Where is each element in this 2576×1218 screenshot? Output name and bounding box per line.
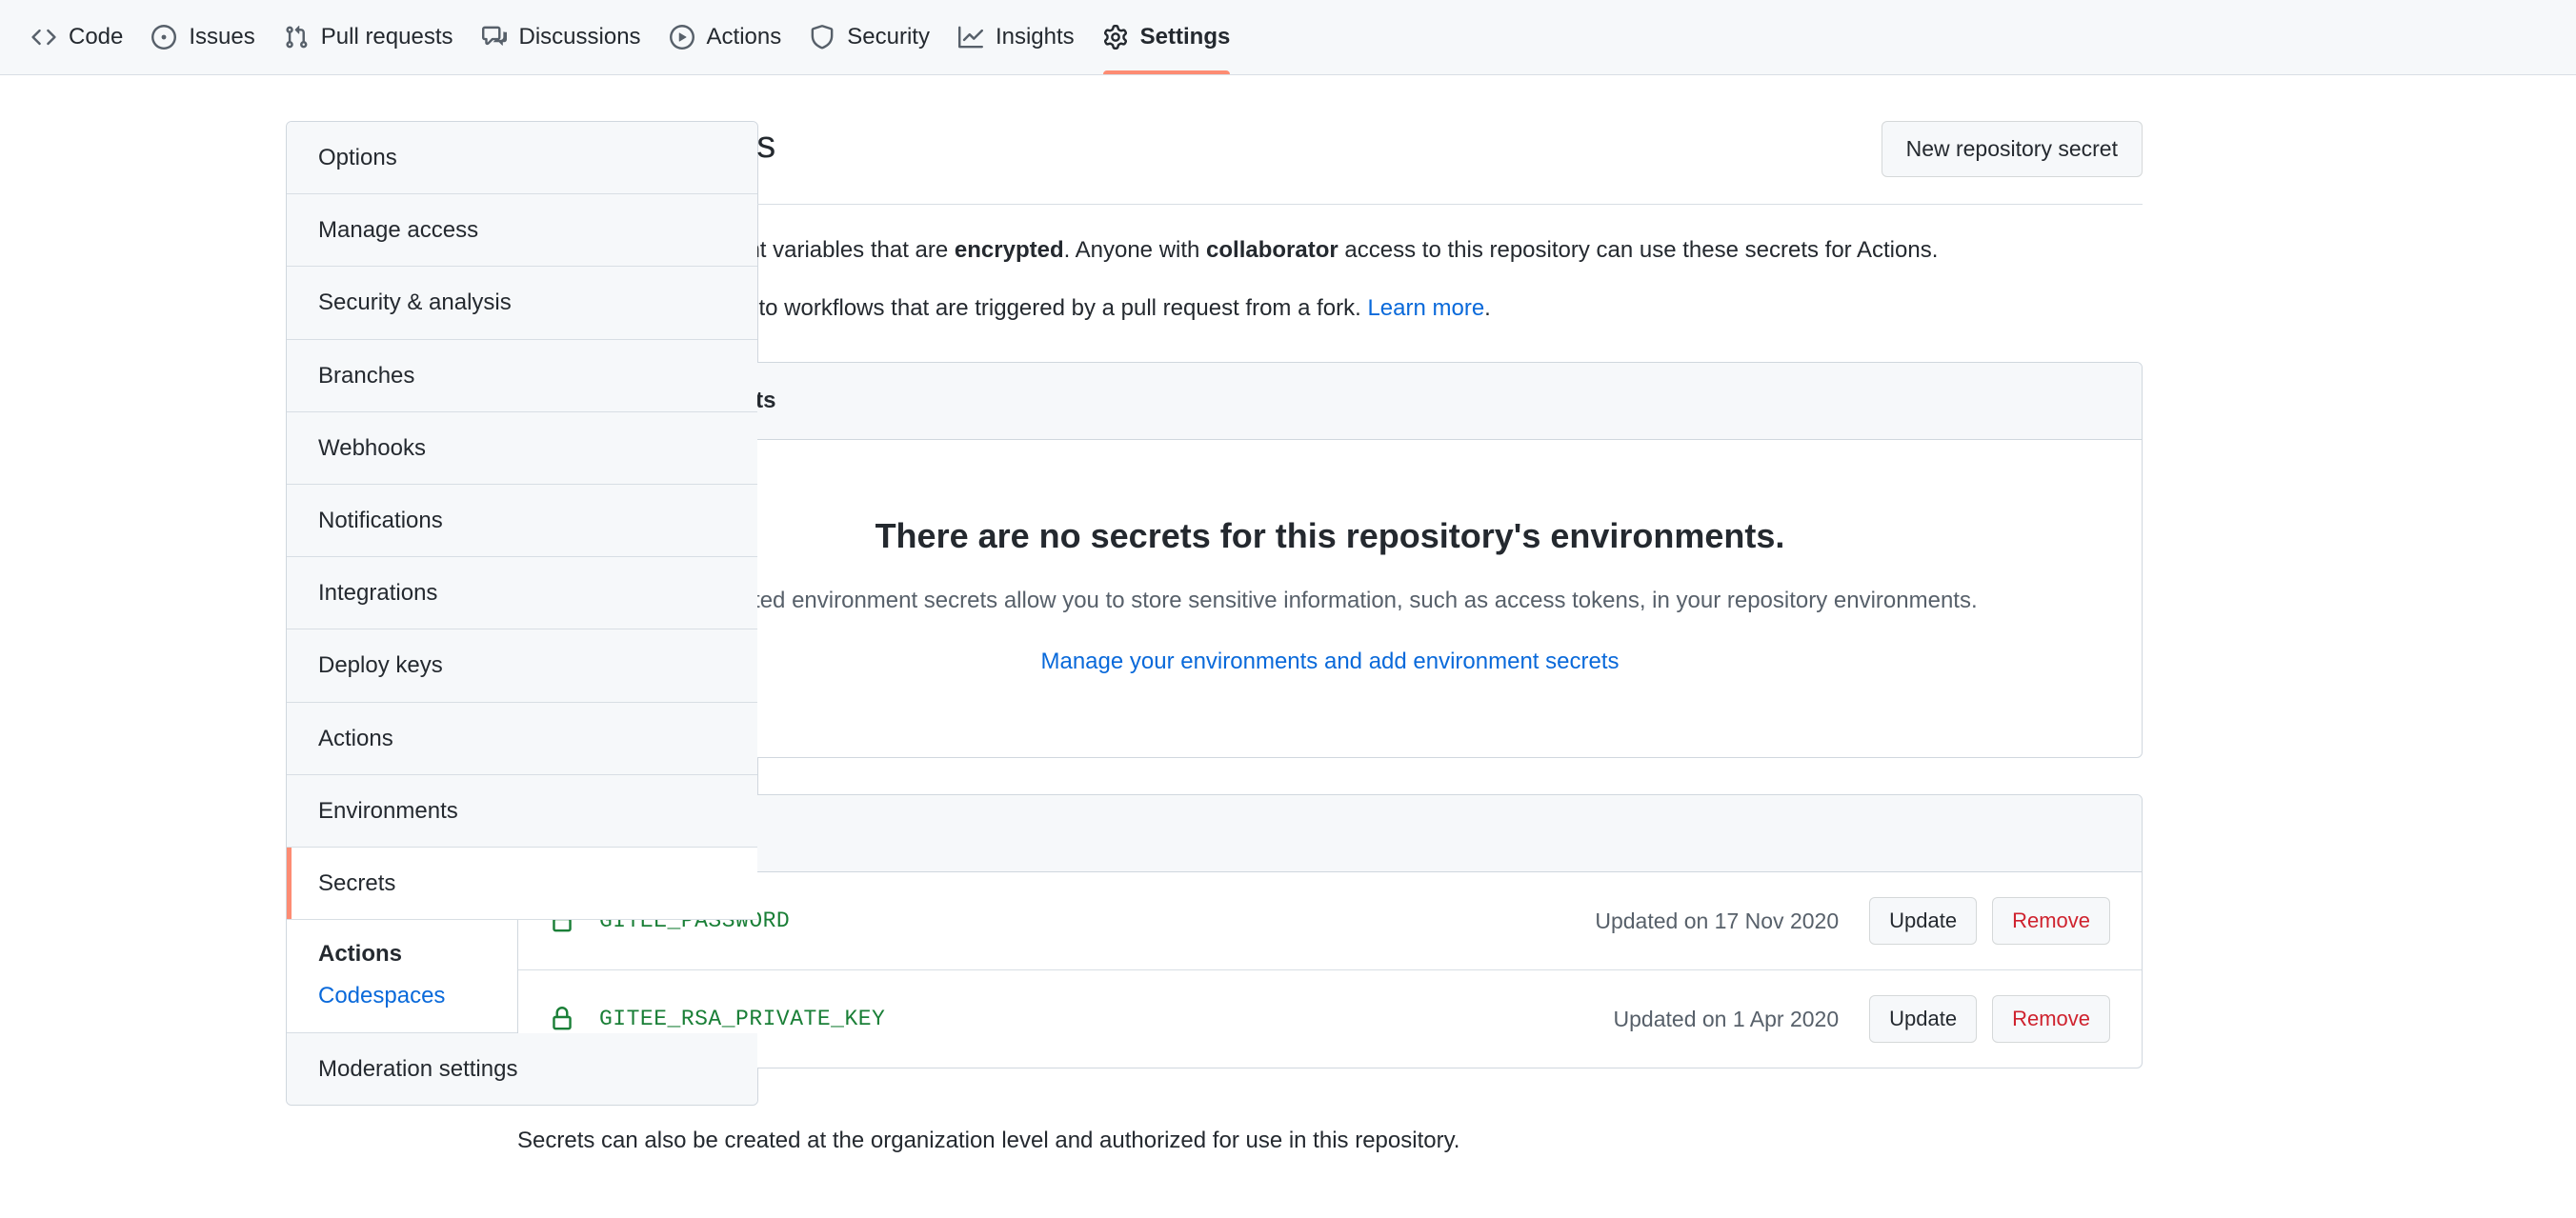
settings-main: Actions secrets New repository secret Se… xyxy=(473,121,2576,1181)
tab-settings[interactable]: Settings xyxy=(1089,0,1245,74)
update-secret-button[interactable]: Update xyxy=(1869,897,1977,945)
intro-text: Secrets are environment variables that a… xyxy=(517,205,2143,326)
tab-insights[interactable]: Insights xyxy=(944,0,1089,74)
lock-icon xyxy=(550,1007,574,1031)
tab-discussions-label: Discussions xyxy=(519,26,641,49)
environment-secrets-blankslate: There are no secrets for this repository… xyxy=(518,440,2142,757)
manage-environments-link[interactable]: Manage your environments and add environ… xyxy=(1040,649,1619,674)
sidebar-item-security-analysis[interactable]: Security & analysis xyxy=(287,267,757,339)
secret-row-actions: Update Remove xyxy=(1869,995,2110,1043)
secret-updated-timestamp: Updated on 1 Apr 2020 xyxy=(1614,1007,1840,1032)
intro-l2-part2: . xyxy=(1484,295,1491,321)
intro-l1-part2: . Anyone with xyxy=(1064,237,1206,263)
secret-name: GITEE_RSA_PRIVATE_KEY xyxy=(599,1007,1614,1031)
content-header: Actions secrets New repository secret xyxy=(517,121,2143,205)
sidebar-item-integrations[interactable]: Integrations xyxy=(287,557,757,629)
tab-security-label: Security xyxy=(847,26,930,49)
environment-secrets-empty-desc: Encrypted environment secrets allow you … xyxy=(547,584,2113,618)
secret-row-actions: Update Remove xyxy=(1869,897,2110,945)
tab-security[interactable]: Security xyxy=(795,0,944,74)
tab-discussions[interactable]: Discussions xyxy=(468,0,655,74)
settings-sidebar: Options Manage access Security & analysi… xyxy=(0,121,473,1181)
git-pull-request-icon xyxy=(284,25,309,50)
intro-l1-part3: access to this repository can use these … xyxy=(1338,237,1939,263)
sidebar-item-moderation-settings[interactable]: Moderation settings xyxy=(287,1033,757,1105)
intro-line-2: Secrets are not passed to workflows that… xyxy=(517,291,2143,326)
tab-code[interactable]: Code xyxy=(17,0,137,74)
intro-line-1: Secrets are environment variables that a… xyxy=(517,233,2143,268)
environment-secrets-box: Environment secrets There are no secrets… xyxy=(517,362,2143,758)
environment-secrets-empty-title: There are no secrets for this repository… xyxy=(547,514,2113,557)
organization-secrets-footnote: Secrets can also be created at the organ… xyxy=(517,1124,2143,1158)
remove-secret-button[interactable]: Remove xyxy=(1992,995,2110,1043)
tab-issues[interactable]: Issues xyxy=(137,0,269,74)
sidebar-item-manage-access[interactable]: Manage access xyxy=(287,194,757,267)
tab-code-label: Code xyxy=(69,26,123,49)
issue-opened-icon xyxy=(151,25,176,50)
intro-l1-bold-encrypted: encrypted xyxy=(955,237,1064,263)
tab-pull-requests-label: Pull requests xyxy=(321,26,453,49)
sidebar-item-notifications[interactable]: Notifications xyxy=(287,485,757,557)
repository-secrets-header: Repository secrets xyxy=(518,795,2142,872)
sidebar-item-branches[interactable]: Branches xyxy=(287,340,757,412)
comment-discussion-icon xyxy=(482,25,507,50)
intro-l1-bold-collaborator: collaborator xyxy=(1206,237,1338,263)
environment-secrets-header: Environment secrets xyxy=(518,363,2142,440)
table-row: GITEE_RSA_PRIVATE_KEY Updated on 1 Apr 2… xyxy=(518,970,2142,1068)
sidebar-item-options[interactable]: Options xyxy=(287,122,757,194)
sidebar-item-secrets[interactable]: Secrets xyxy=(287,848,757,920)
tab-pull-requests[interactable]: Pull requests xyxy=(270,0,468,74)
remove-secret-button[interactable]: Remove xyxy=(1992,897,2110,945)
update-secret-button[interactable]: Update xyxy=(1869,995,1977,1043)
learn-more-link[interactable]: Learn more xyxy=(1367,295,1484,321)
shield-icon xyxy=(810,25,835,50)
table-row: GITEE_PASSWORD Updated on 17 Nov 2020 Up… xyxy=(518,872,2142,970)
tab-insights-label: Insights xyxy=(996,26,1075,49)
new-repository-secret-button[interactable]: New repository secret xyxy=(1882,121,2143,177)
repository-nav: Code Issues Pull requests Discussions Ac… xyxy=(0,0,2576,75)
sidebar-item-actions[interactable]: Actions xyxy=(287,703,757,775)
sidebar-item-webhooks[interactable]: Webhooks xyxy=(287,412,757,485)
repository-secrets-box: Repository secrets GITEE_PASSWORD Update… xyxy=(517,794,2143,1068)
secret-updated-timestamp: Updated on 17 Nov 2020 xyxy=(1595,909,1839,934)
sidebar-item-deploy-keys[interactable]: Deploy keys xyxy=(287,629,757,702)
play-icon xyxy=(670,25,694,50)
gear-icon xyxy=(1103,25,1128,50)
graph-icon xyxy=(958,25,983,50)
tab-issues-label: Issues xyxy=(189,26,254,49)
code-icon xyxy=(31,25,56,50)
tab-actions-label: Actions xyxy=(707,26,782,49)
sidebar-item-environments[interactable]: Environments xyxy=(287,775,757,848)
tab-settings-label: Settings xyxy=(1140,26,1231,49)
page-body: Options Manage access Security & analysi… xyxy=(0,75,2576,1181)
tab-actions[interactable]: Actions xyxy=(655,0,796,74)
